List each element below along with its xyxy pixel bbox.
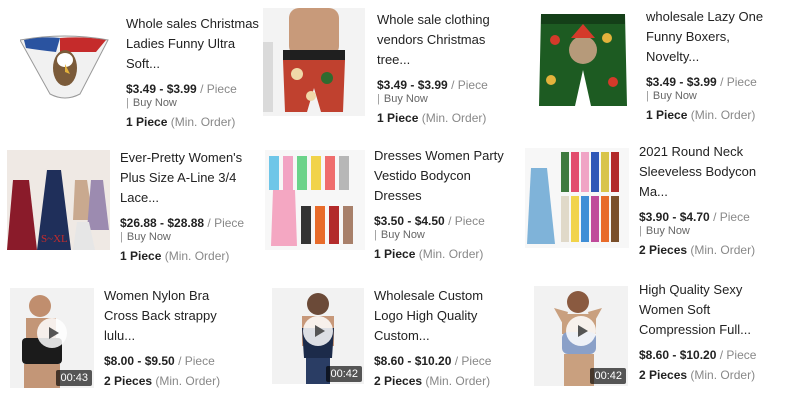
product-title[interactable]: 2021 Round Neck Sleeveless Bodycon Ma... (639, 142, 775, 202)
min-order: 1 Piece (Min. Order) (126, 115, 236, 129)
buy-now-link[interactable]: | Buy Now (120, 231, 256, 243)
min-order: 1 Piece (Min. Order) (377, 111, 487, 125)
svg-text:S~XL: S~XL (41, 233, 68, 245)
play-icon[interactable] (303, 316, 333, 347)
product-image[interactable] (525, 148, 629, 248)
min-order: 2 Pieces (Min. Order) (374, 374, 491, 388)
product-image[interactable] (535, 10, 631, 110)
product-title[interactable]: Whole sales Christmas Ladies Funny Ultra… (126, 14, 262, 74)
min-order: 2 Pieces (Min. Order) (639, 368, 756, 382)
buy-now-link[interactable]: | Buy Now (374, 229, 510, 241)
video-duration: 00:43 (56, 370, 92, 386)
min-order: 1 Piece (Min. Order) (120, 249, 230, 263)
play-icon[interactable] (566, 316, 596, 346)
product-price: $3.90 - $4.70 / Piece (639, 210, 750, 224)
product-price: $8.60 - $10.20 / Piece (374, 354, 492, 368)
product-image[interactable] (265, 150, 365, 250)
min-order: 2 Pieces (Min. Order) (639, 243, 756, 257)
product-price: $3.49 - $3.99 / Piece (126, 82, 237, 96)
product-image[interactable] (263, 8, 365, 116)
min-order: 1 Piece (Min. Order) (374, 247, 484, 261)
product-title[interactable]: Women Nylon Bra Cross Back strappy lulu.… (104, 286, 240, 346)
product-video[interactable]: 00:42 (534, 286, 628, 386)
product-video[interactable]: 00:43 (10, 288, 94, 388)
product-price: $8.00 - $9.50 / Piece (104, 354, 215, 368)
product-price: $3.50 - $4.50 / Piece (374, 214, 485, 228)
product-title[interactable]: Dresses Women Party Vestido Bodycon Dres… (374, 146, 510, 206)
product-price: $3.49 - $3.99 / Piece (377, 78, 488, 92)
video-duration: 00:42 (326, 366, 362, 382)
product-title[interactable]: Wholesale Custom Logo High Quality Custo… (374, 286, 510, 346)
product-image[interactable] (20, 22, 110, 102)
product-price: $8.60 - $10.20 / Piece (639, 348, 757, 362)
product-price: $3.49 - $3.99 / Piece (646, 75, 757, 89)
product-image[interactable]: S~XL (7, 150, 110, 250)
buy-now-link[interactable]: | Buy Now (646, 90, 782, 102)
product-title[interactable]: High Quality Sexy Women Soft Compression… (639, 280, 775, 340)
buy-now-link[interactable]: | Buy Now (639, 225, 775, 237)
video-duration: 00:42 (590, 368, 626, 384)
product-video[interactable]: 00:42 (272, 288, 364, 384)
min-order: 2 Pieces (Min. Order) (104, 374, 221, 388)
product-title[interactable]: Ever-Pretty Women's Plus Size A-Line 3/4… (120, 148, 256, 208)
play-icon[interactable] (37, 318, 67, 348)
product-title[interactable]: Whole sale clothing vendors Christmas tr… (377, 10, 513, 70)
product-title[interactable]: wholesale Lazy One Funny Boxers, Novelty… (646, 7, 782, 67)
buy-now-link[interactable]: | Buy Now (126, 97, 262, 109)
buy-now-link[interactable]: | Buy Now (377, 93, 513, 105)
min-order: 1 Piece (Min. Order) (646, 108, 756, 122)
product-price: $26.88 - $28.88 / Piece (120, 216, 245, 230)
